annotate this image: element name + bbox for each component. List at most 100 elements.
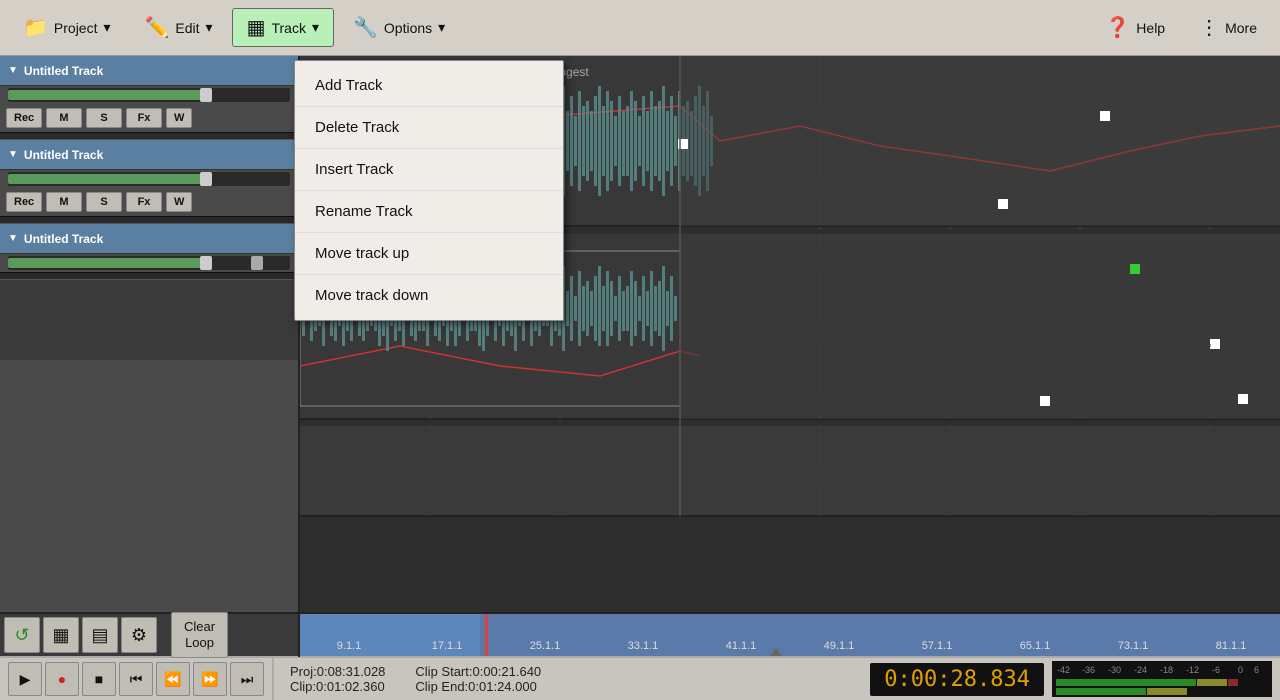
ruler-mark-9: 73.1.1 [1084, 640, 1182, 652]
project-label: Project [54, 20, 98, 36]
track-3-chevron-icon: ▼ [8, 233, 18, 244]
track-list: ▼ Untitled Track Rec M S Fx W ▼ Untitled… [0, 56, 300, 612]
track-2-m-button[interactable]: M [46, 192, 82, 212]
stop-button[interactable]: ■ [82, 662, 116, 696]
track-2-s-button[interactable]: S [86, 192, 122, 212]
context-menu-rename-track[interactable]: Rename Track [295, 191, 563, 233]
svg-text:-24: -24 [1134, 665, 1147, 675]
options-label: Options [384, 20, 432, 36]
main-area: ▼ Untitled Track Rec M S Fx W ▼ Untitled… [0, 56, 1280, 612]
rewind-button[interactable]: ⏪ [156, 662, 190, 696]
svg-text:-12: -12 [1186, 665, 1199, 675]
proj-time: Proj:0:08:31.028 [290, 664, 385, 679]
ruler-mark-10: 81.1.1 [1182, 640, 1280, 652]
mini-toolbar: ↺ ▦ ▤ ⚙ ClearLoop [0, 613, 300, 657]
edit-button[interactable]: ✏️ Edit ▾ [130, 8, 228, 47]
project-chevron-icon: ▾ [103, 19, 110, 36]
options-icon: 🔧 [353, 15, 378, 40]
track-button[interactable]: ▦ Track ▾ [232, 8, 334, 47]
track-1-slider[interactable] [8, 88, 290, 102]
vu-meter: -42 -36 -30 -24 -18 -12 -6 0 6 [1052, 661, 1272, 697]
fast-forward-button[interactable]: ⏩ [193, 662, 227, 696]
stamp-button[interactable]: ⚙ [121, 617, 157, 653]
track-3-name: Untitled Track [24, 232, 103, 246]
svg-text:-30: -30 [1108, 665, 1121, 675]
track-2-w-button[interactable]: W [166, 192, 192, 212]
list-button[interactable]: ▤ [82, 617, 118, 653]
status-info-right: Clip Start:0:00:21.640 Clip End:0:01:24.… [415, 664, 541, 694]
options-button[interactable]: 🔧 Options ▾ [338, 8, 460, 47]
ruler-mark-8: 65.1.1 [986, 640, 1084, 652]
main-toolbar: 📁 Project ▾ ✏️ Edit ▾ ▦ Track ▾ 🔧 Option… [0, 0, 1280, 56]
track-3-slider-row [0, 254, 298, 272]
fast-forward-end-button[interactable]: ⏭ [230, 662, 264, 696]
record-button[interactable]: ● [45, 662, 79, 696]
track-1-m-button[interactable]: M [46, 108, 82, 128]
ruler-mark-2: 17.1.1 [398, 640, 496, 652]
ruler-mark-7: 57.1.1 [888, 640, 986, 652]
edit-label: Edit [175, 20, 199, 36]
status-bar: ▶ ● ■ ⏮ ⏪ ⏩ ⏭ Proj:0:08:31.028 Clip:0:01… [0, 656, 1280, 700]
timeline-ruler[interactable]: 9.1.1 17.1.1 25.1.1 33.1.1 41.1.1 49.1.1… [300, 614, 1280, 656]
status-info-left: Proj:0:08:31.028 Clip:0:01:02.360 [290, 664, 385, 694]
clip-end: Clip End:0:01:24.000 [415, 679, 541, 694]
track-3-slider[interactable] [8, 256, 290, 270]
track-2-header[interactable]: ▼ Untitled Track [0, 140, 298, 170]
track-1-separator [0, 132, 298, 140]
track-2-slider[interactable] [8, 172, 290, 186]
project-icon: 📁 [23, 15, 48, 40]
svg-text:-6: -6 [1212, 665, 1220, 675]
help-icon: ❓ [1105, 15, 1130, 40]
track-2-name: Untitled Track [24, 148, 103, 162]
help-label: Help [1136, 20, 1165, 36]
track-2-rec-button[interactable]: Rec [6, 192, 42, 212]
track-2-fx-button[interactable]: Fx [126, 192, 162, 212]
edit-icon: ✏️ [145, 15, 170, 40]
options-chevron-icon: ▾ [438, 19, 445, 36]
ruler-mark-1: 9.1.1 [300, 640, 398, 652]
more-button[interactable]: ⋮ More [1184, 8, 1272, 47]
toolbar-right: ❓ Help ⋮ More [1090, 8, 1272, 47]
rewind-to-start-button[interactable]: ⏮ [119, 662, 153, 696]
project-button[interactable]: 📁 Project ▾ [8, 8, 126, 47]
clip-start: Clip Start:0:00:21.640 [415, 664, 541, 679]
track-2-controls: Rec M S Fx W [0, 188, 298, 216]
track-1-slider-row [0, 86, 298, 104]
ruler-mark-4: 33.1.1 [594, 640, 692, 652]
track-3-separator [0, 272, 298, 280]
context-menu-add-track[interactable]: Add Track [295, 65, 563, 107]
track-1-w-button[interactable]: W [166, 108, 192, 128]
track-2-separator [0, 216, 298, 224]
ruler-mark-3: 25.1.1 [496, 640, 594, 652]
loop-button[interactable]: ↺ [4, 617, 40, 653]
context-menu-delete-track[interactable]: Delete Track [295, 107, 563, 149]
track-3-header[interactable]: ▼ Untitled Track [0, 224, 298, 254]
track-1-name: Untitled Track [24, 64, 103, 78]
play-button[interactable]: ▶ [8, 662, 42, 696]
time-display: 0:00:28.834 [870, 663, 1044, 696]
track-1-s-button[interactable]: S [86, 108, 122, 128]
more-icon: ⋮ [1199, 15, 1219, 40]
track-1-controls: Rec M S Fx W [0, 104, 298, 132]
track-chevron-icon: ▾ [312, 19, 319, 36]
track-label: Track [271, 20, 305, 36]
track-2-chevron-icon: ▼ [8, 149, 18, 160]
track-1-fx-button[interactable]: Fx [126, 108, 162, 128]
timeline-bar: ↺ ▦ ▤ ⚙ ClearLoop 9.1.1 17.1.1 25.1.1 33… [0, 612, 1280, 656]
clip-time: Clip:0:01:02.360 [290, 679, 385, 694]
help-button[interactable]: ❓ Help [1090, 8, 1180, 47]
track-icon: ▦ [247, 15, 266, 40]
svg-text:0: 0 [1238, 665, 1243, 675]
edit-chevron-icon: ▾ [206, 19, 213, 36]
track-1-header[interactable]: ▼ Untitled Track [0, 56, 298, 86]
context-menu-move-up[interactable]: Move track up [295, 233, 563, 275]
clear-loop-button[interactable]: ClearLoop [171, 612, 228, 657]
svg-text:-36: -36 [1082, 665, 1095, 675]
svg-text:6: 6 [1254, 665, 1259, 675]
svg-text:-42: -42 [1057, 665, 1070, 675]
grid-button[interactable]: ▦ [43, 617, 79, 653]
track-1-rec-button[interactable]: Rec [6, 108, 42, 128]
context-menu-move-down[interactable]: Move track down [295, 275, 563, 316]
status-info: Proj:0:08:31.028 Clip:0:01:02.360 Clip S… [274, 664, 870, 694]
context-menu-insert-track[interactable]: Insert Track [295, 149, 563, 191]
